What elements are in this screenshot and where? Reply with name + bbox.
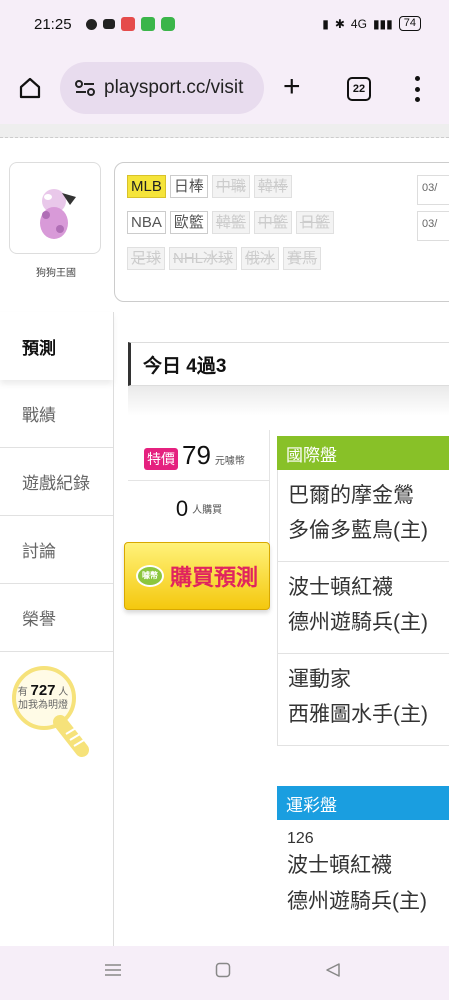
lightbulb-icon[interactable] [6, 664, 102, 774]
status-time: 21:25 [34, 16, 72, 33]
fan-count-unit: 人 [58, 687, 69, 698]
fan-count-prefix: 有 [17, 687, 28, 698]
today-record: 4過3 [186, 355, 227, 377]
sidebar-item-game-history[interactable]: 遊戲紀錄 [0, 448, 113, 516]
fan-count-value: 727 [30, 682, 56, 699]
date-selector[interactable]: 03/ [417, 211, 449, 241]
url-text: playsport.cc/visit [104, 77, 244, 98]
menu-dot-icon [414, 76, 420, 81]
league-tab-sbl: 中籃 [253, 211, 292, 234]
divider [113, 312, 114, 946]
buy-prediction-label: 購買預測 [169, 565, 258, 590]
status-bar: 21:25 ▮ ✱ 4G ▮▮▮ 74 [0, 0, 449, 52]
league-tab-euro-basketball[interactable]: 歐籃 [169, 211, 208, 234]
vibrate-icon: ▮ [322, 16, 329, 31]
header-decoration [0, 124, 449, 138]
menu-dot-icon [414, 86, 420, 92]
avatar-image [40, 189, 76, 239]
special-price-badge: 特價 [144, 448, 178, 470]
lottery-odds-header: 運彩盤 [277, 786, 449, 820]
league-tab-horse-racing: 賽馬 [283, 247, 322, 270]
league-tab-npb[interactable]: 日棒 [169, 175, 208, 198]
sidebar-item-record[interactable]: 戰績 [0, 380, 113, 448]
league-tab-mlb[interactable]: MLB [127, 175, 166, 198]
game-row[interactable]: 巴爾的摩金鶯 多倫多藍鳥(主) [277, 470, 449, 562]
international-odds-header: 國際盤 [277, 436, 449, 470]
price-value: 79 [182, 440, 211, 470]
fan-count-label: 加我為明燈 [18, 700, 68, 711]
home-team: 西雅圖水手(主) [288, 703, 428, 726]
avatar[interactable] [9, 162, 101, 254]
home-icon[interactable] [18, 76, 42, 100]
league-row: NBA 歐籃 韓籃 中籃 日籃 [127, 211, 334, 234]
missed-call-icon [103, 19, 115, 29]
buyers-row: 0 人購買 [128, 480, 270, 536]
away-team: 波士頓紅襪 [288, 576, 393, 599]
app-notification-icon [121, 17, 135, 31]
league-tab-nba[interactable]: NBA [127, 211, 166, 234]
game-row[interactable]: 波士頓紅襪 德州遊騎兵(主) [277, 562, 449, 654]
system-icons: ▮ ✱ 4G ▮▮▮ 74 [322, 16, 421, 31]
new-tab-button[interactable]: + [283, 72, 301, 102]
game-number: 126 [287, 830, 314, 847]
league-tab-soccer: 足球 [127, 247, 166, 270]
league-tab-nhl: NHL冰球 [169, 247, 238, 270]
price-row: 特價 79 元噱幣 [144, 440, 245, 471]
price-unit: 元噱幣 [214, 456, 245, 467]
league-tab-kbl: 韓籃 [211, 211, 250, 234]
web-page: 狗狗王國 MLB 日棒 中職 韓棒 NBA 歐籃 韓籃 中籃 日籃 足球 NHL… [0, 124, 449, 946]
buyers-unit: 人購買 [192, 505, 223, 516]
home-team: 多倫多藍鳥(主) [288, 519, 428, 542]
league-tab-kbo: 韓棒 [253, 175, 292, 198]
browser-toolbar: playsport.cc/visit + 22 [0, 52, 449, 124]
home-nav-icon[interactable] [215, 962, 231, 978]
profile-name: 狗狗王國 [36, 268, 76, 279]
sidebar-item-honors[interactable]: 榮譽 [0, 584, 113, 652]
league-tab-cpbl: 中職 [211, 175, 250, 198]
league-tab-bleague: 日籃 [295, 211, 334, 234]
league-row: MLB 日棒 中職 韓棒 [127, 175, 292, 198]
coin-icon: 噱幣 [135, 565, 164, 587]
site-settings-icon[interactable] [74, 79, 96, 97]
lottery-odds-panel: 運彩盤 126 波士頓紅襪 德州遊騎兵(主) [277, 786, 449, 946]
recents-menu-icon[interactable] [104, 962, 122, 978]
address-bar[interactable]: playsport.cc/visit [60, 62, 264, 114]
sidebar-item-predictions[interactable]: 預測 [0, 312, 113, 380]
buyers-count: 0 [175, 495, 189, 521]
bluetooth-icon: ✱ [334, 16, 345, 31]
away-team: 波士頓紅襪 [287, 854, 392, 877]
signal-bars-icon: ▮▮▮ [372, 16, 393, 31]
notification-icons [86, 17, 175, 31]
system-navigation-bar [0, 946, 449, 1000]
date-selector[interactable]: 03/ [417, 175, 449, 205]
league-tab-khl: 俄冰 [241, 247, 280, 270]
away-team: 巴爾的摩金鶯 [288, 484, 414, 507]
battery-icon: 74 [398, 16, 421, 31]
home-team: 德州遊騎兵(主) [288, 611, 428, 634]
menu-dot-icon [414, 97, 420, 102]
today-header: 今日 4過3 [128, 342, 449, 386]
tab-switcher-button[interactable]: 22 [347, 77, 371, 101]
league-row: 足球 NHL冰球 俄冰 賽馬 [127, 247, 322, 270]
away-team: 運動家 [288, 668, 351, 691]
game-row[interactable]: 運動家 西雅圖水手(主) [277, 654, 449, 746]
side-navigation: 預測 戰績 遊戲紀錄 討論 榮譽 [0, 312, 113, 652]
fan-count: 有 727 人 加我為明燈 [8, 682, 78, 712]
header-shadow [128, 386, 449, 416]
browser-menu-button[interactable] [414, 76, 420, 102]
league-selector: MLB 日棒 中職 韓棒 NBA 歐籃 韓籃 中籃 日籃 足球 NHL冰球 俄冰… [114, 162, 449, 302]
international-odds-panel: 國際盤 巴爾的摩金鶯 多倫多藍鳥(主) 波士頓紅襪 德州遊騎兵(主) 運動家 西… [277, 436, 449, 746]
back-nav-icon[interactable] [325, 962, 341, 978]
sidebar-item-discussion[interactable]: 討論 [0, 516, 113, 584]
buy-prediction-button[interactable]: 噱幣 購買預測 [124, 542, 270, 610]
today-label: 今日 [143, 355, 182, 377]
chat-icon [86, 18, 97, 30]
home-team: 德州遊騎兵(主) [287, 890, 427, 913]
app-notification-icon [141, 17, 155, 31]
signal-icon: 4G [350, 16, 367, 31]
app-notification-icon [161, 17, 175, 31]
